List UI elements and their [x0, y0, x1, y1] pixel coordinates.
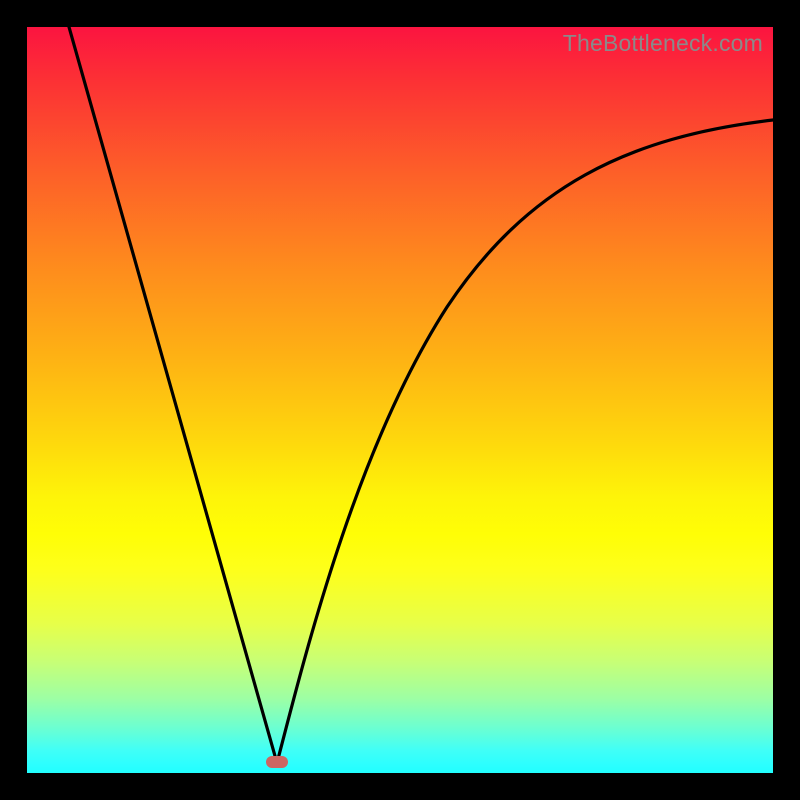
plot-area: TheBottleneck.com [27, 27, 773, 773]
chart-frame: TheBottleneck.com [0, 0, 800, 800]
watermark-text: TheBottleneck.com [563, 30, 763, 57]
bottleneck-curve [27, 27, 773, 773]
optimal-point-marker [266, 756, 288, 768]
